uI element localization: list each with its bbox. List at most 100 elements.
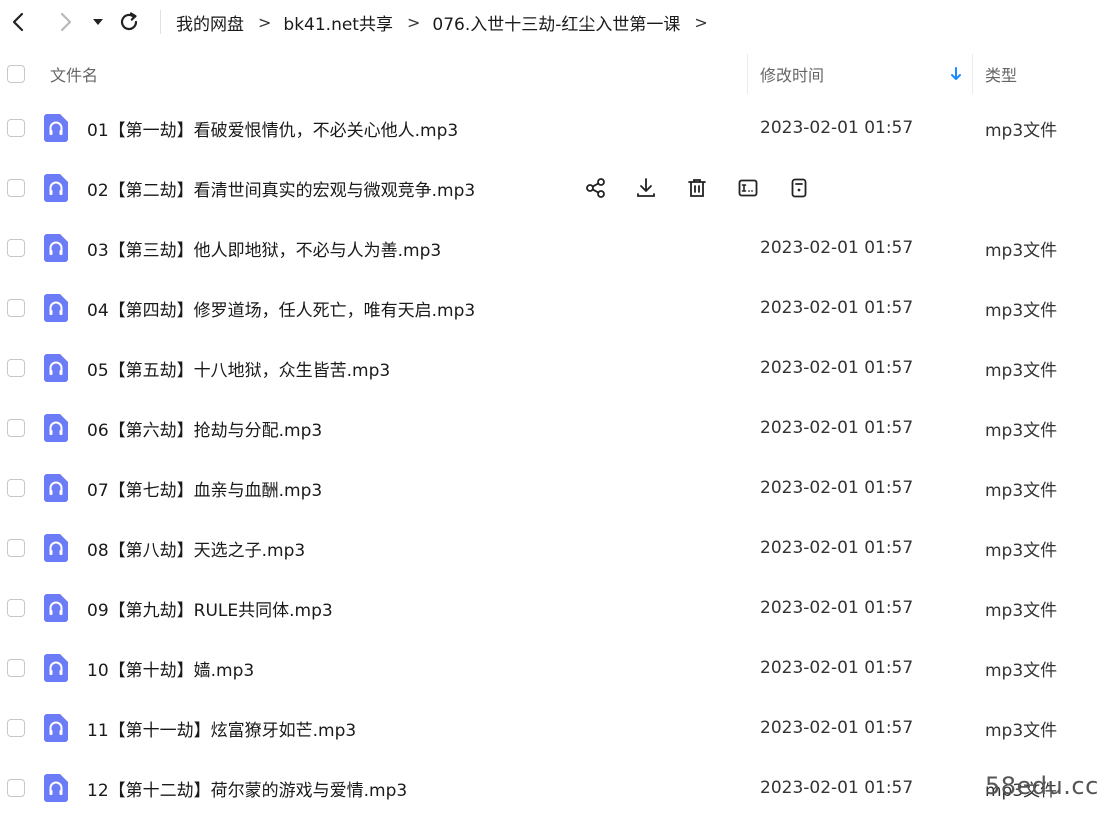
more-icon: [791, 178, 807, 198]
audio-file-icon: [44, 114, 68, 142]
column-header-name[interactable]: 文件名: [50, 48, 98, 100]
file-row[interactable]: 10【第十劫】嫱.mp3 2023-02-01 01:57 mp3文件: [0, 638, 1112, 698]
file-type: mp3文件: [985, 720, 1058, 741]
column-divider[interactable]: [972, 54, 973, 94]
breadcrumb-separator: >: [258, 12, 272, 32]
rename-button[interactable]: [734, 174, 762, 202]
download-button[interactable]: [632, 174, 660, 202]
file-row[interactable]: 11【第十一劫】炫富獠牙如芒.mp3 2023-02-01 01:57 mp3文…: [0, 698, 1112, 758]
chevron-right-icon: [60, 12, 72, 32]
breadcrumb-item-share[interactable]: bk41.net共享: [283, 10, 393, 35]
audio-file-icon: [44, 594, 68, 622]
arrow-down-icon: [951, 67, 961, 80]
audio-file-icon: [44, 714, 68, 742]
column-divider[interactable]: [747, 54, 748, 94]
file-row[interactable]: 06【第六劫】抢劫与分配.mp3 2023-02-01 01:57 mp3文件: [0, 398, 1112, 458]
share-icon: [586, 178, 605, 198]
file-name[interactable]: 11【第十一劫】炫富獠牙如芒.mp3: [87, 698, 356, 758]
watermark: 58edu.cc: [985, 772, 1099, 800]
audio-file-icon: [44, 774, 68, 802]
audio-file-icon: [44, 354, 68, 382]
file-modified-time: 2023-02-01 01:57: [760, 238, 914, 258]
file-name[interactable]: 10【第十劫】嫱.mp3: [87, 638, 254, 698]
file-row[interactable]: 08【第八劫】天选之子.mp3 2023-02-01 01:57 mp3文件: [0, 518, 1112, 578]
audio-file-icon: [44, 474, 68, 502]
back-button[interactable]: [4, 8, 32, 36]
file-type: mp3文件: [985, 300, 1058, 321]
file-modified-time: 2023-02-01 01:57: [760, 538, 914, 558]
audio-file-icon: [44, 534, 68, 562]
file-row-hovered[interactable]: 02【第二劫】看清世间真实的宏观与微观竞争.mp3: [0, 158, 1112, 218]
row-checkbox[interactable]: [7, 719, 25, 737]
audio-file-icon: [44, 294, 68, 322]
row-checkbox[interactable]: [7, 659, 25, 677]
breadcrumb-item-root[interactable]: 我的网盘: [176, 10, 244, 35]
column-header-modified[interactable]: 修改时间: [760, 48, 824, 100]
file-name[interactable]: 05【第五劫】十八地狱，众生皆苦.mp3: [87, 338, 390, 398]
file-row[interactable]: 04【第四劫】修罗道场，任人死亡，唯有天启.mp3 2023-02-01 01:…: [0, 278, 1112, 338]
file-name[interactable]: 09【第九劫】RULE共同体.mp3: [87, 578, 333, 638]
file-name[interactable]: 01【第一劫】看破爱恨情仇，不必关心他人.mp3: [87, 98, 458, 158]
file-type: mp3文件: [985, 480, 1058, 501]
file-row[interactable]: 12【第十二劫】荷尔蒙的游戏与爱情.mp3 2023-02-01 01:57 m…: [0, 758, 1112, 818]
file-type: mp3文件: [985, 600, 1058, 621]
file-name[interactable]: 06【第六劫】抢劫与分配.mp3: [87, 398, 322, 458]
more-button[interactable]: [785, 174, 813, 202]
file-modified-time: 2023-02-01 01:57: [760, 298, 914, 318]
file-modified-time: 2023-02-01 01:57: [760, 118, 914, 138]
file-type: mp3文件: [985, 660, 1058, 681]
file-name[interactable]: 04【第四劫】修罗道场，任人死亡，唯有天启.mp3: [87, 278, 475, 338]
row-checkbox[interactable]: [7, 419, 25, 437]
row-checkbox[interactable]: [7, 359, 25, 377]
file-row[interactable]: 03【第三劫】他人即地狱，不必与人为善.mp3 2023-02-01 01:57…: [0, 218, 1112, 278]
file-name[interactable]: 07【第七劫】血亲与血酬.mp3: [87, 458, 322, 518]
audio-file-icon: [44, 234, 68, 262]
row-checkbox[interactable]: [7, 599, 25, 617]
refresh-button[interactable]: [116, 8, 142, 36]
file-row[interactable]: 07【第七劫】血亲与血酬.mp3 2023-02-01 01:57 mp3文件: [0, 458, 1112, 518]
row-checkbox[interactable]: [7, 299, 25, 317]
file-row[interactable]: 05【第五劫】十八地狱，众生皆苦.mp3 2023-02-01 01:57 mp…: [0, 338, 1112, 398]
row-checkbox[interactable]: [7, 119, 25, 137]
chevron-left-icon: [12, 12, 24, 32]
row-checkbox[interactable]: [7, 539, 25, 557]
column-header-type[interactable]: 类型: [985, 48, 1017, 100]
file-row[interactable]: 01【第一劫】看破爱恨情仇，不必关心他人.mp3 2023-02-01 01:5…: [0, 98, 1112, 158]
breadcrumb-separator: >: [694, 12, 708, 32]
breadcrumb-separator: >: [406, 12, 421, 32]
delete-button[interactable]: [683, 174, 711, 202]
file-modified-time: 2023-02-01 01:57: [760, 718, 914, 738]
download-icon: [637, 178, 655, 197]
sort-descending-indicator[interactable]: [950, 48, 962, 100]
file-name[interactable]: 12【第十二劫】荷尔蒙的游戏与爱情.mp3: [87, 758, 407, 818]
file-modified-time: 2023-02-01 01:57: [760, 358, 914, 378]
refresh-icon: [120, 12, 138, 31]
file-type: mp3文件: [985, 120, 1058, 141]
select-all-checkbox[interactable]: [7, 65, 25, 83]
audio-file-icon: [44, 654, 68, 682]
history-dropdown-button[interactable]: [88, 8, 108, 36]
file-type: mp3文件: [985, 360, 1058, 381]
delete-icon: [688, 179, 706, 197]
file-modified-time: 2023-02-01 01:57: [760, 478, 914, 498]
row-checkbox[interactable]: [7, 179, 25, 197]
row-checkbox[interactable]: [7, 779, 25, 797]
file-name[interactable]: 03【第三劫】他人即地狱，不必与人为善.mp3: [87, 218, 441, 278]
breadcrumb: 我的网盘 > bk41.net共享 > 076.入世十三劫-红尘入世第一课 >: [176, 0, 720, 44]
forward-button[interactable]: [52, 8, 80, 36]
file-modified-time: 2023-02-01 01:57: [760, 778, 914, 798]
share-button[interactable]: [582, 174, 610, 202]
file-modified-time: 2023-02-01 01:57: [760, 598, 914, 618]
file-modified-time: 2023-02-01 01:57: [760, 658, 914, 678]
breadcrumb-item-current-folder[interactable]: 076.入世十三劫-红尘入世第一课: [432, 10, 680, 35]
file-name[interactable]: 08【第八劫】天选之子.mp3: [87, 518, 305, 578]
file-type: mp3文件: [985, 540, 1058, 561]
file-type: mp3文件: [985, 240, 1058, 261]
file-name[interactable]: 02【第二劫】看清世间真实的宏观与微观竞争.mp3: [87, 158, 475, 218]
navigation-bar: 我的网盘 > bk41.net共享 > 076.入世十三劫-红尘入世第一课 >: [0, 0, 1112, 44]
row-checkbox[interactable]: [7, 479, 25, 497]
audio-file-icon: [44, 174, 68, 202]
rename-icon: [738, 179, 758, 197]
row-checkbox[interactable]: [7, 239, 25, 257]
file-row[interactable]: 09【第九劫】RULE共同体.mp3 2023-02-01 01:57 mp3文…: [0, 578, 1112, 638]
